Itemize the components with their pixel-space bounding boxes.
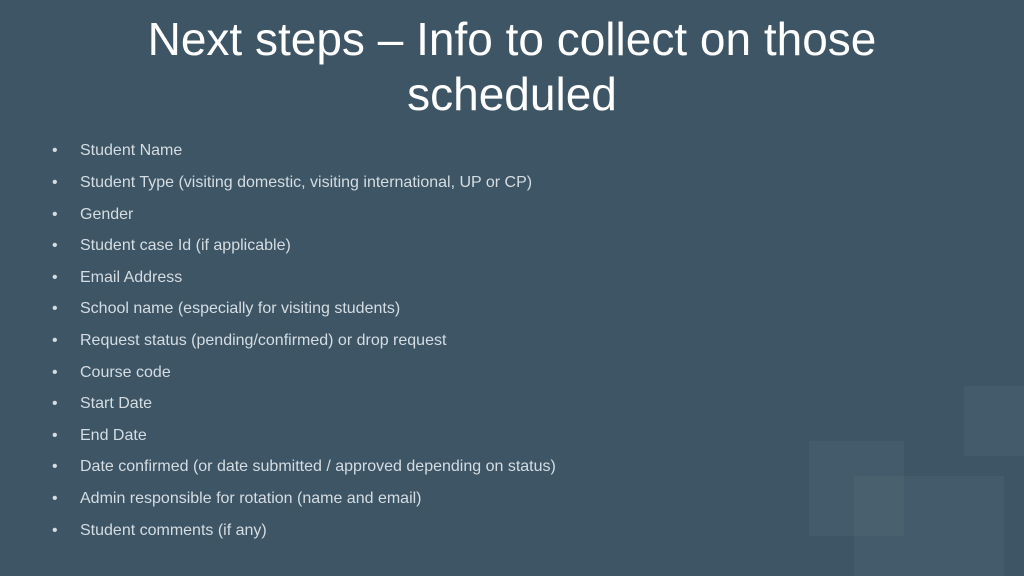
list-item: Student Type (visiting domestic, visitin…	[80, 172, 974, 194]
list-item: Date confirmed (or date submitted / appr…	[80, 456, 974, 478]
slide: Next steps – Info to collect on those sc…	[0, 0, 1024, 576]
list-item: Start Date	[80, 393, 974, 415]
list-item: Student comments (if any)	[80, 520, 974, 542]
list-item: Student case Id (if applicable)	[80, 235, 974, 257]
list-item: Student Name	[80, 140, 974, 162]
list-item: Request status (pending/confirmed) or dr…	[80, 330, 974, 352]
list-item: Gender	[80, 204, 974, 226]
bullet-list: Student Name Student Type (visiting dome…	[50, 140, 974, 541]
list-item: Email Address	[80, 267, 974, 289]
slide-title: Next steps – Info to collect on those sc…	[50, 12, 974, 122]
list-item: End Date	[80, 425, 974, 447]
list-item: School name (especially for visiting stu…	[80, 298, 974, 320]
list-item: Course code	[80, 362, 974, 384]
list-item: Admin responsible for rotation (name and…	[80, 488, 974, 510]
